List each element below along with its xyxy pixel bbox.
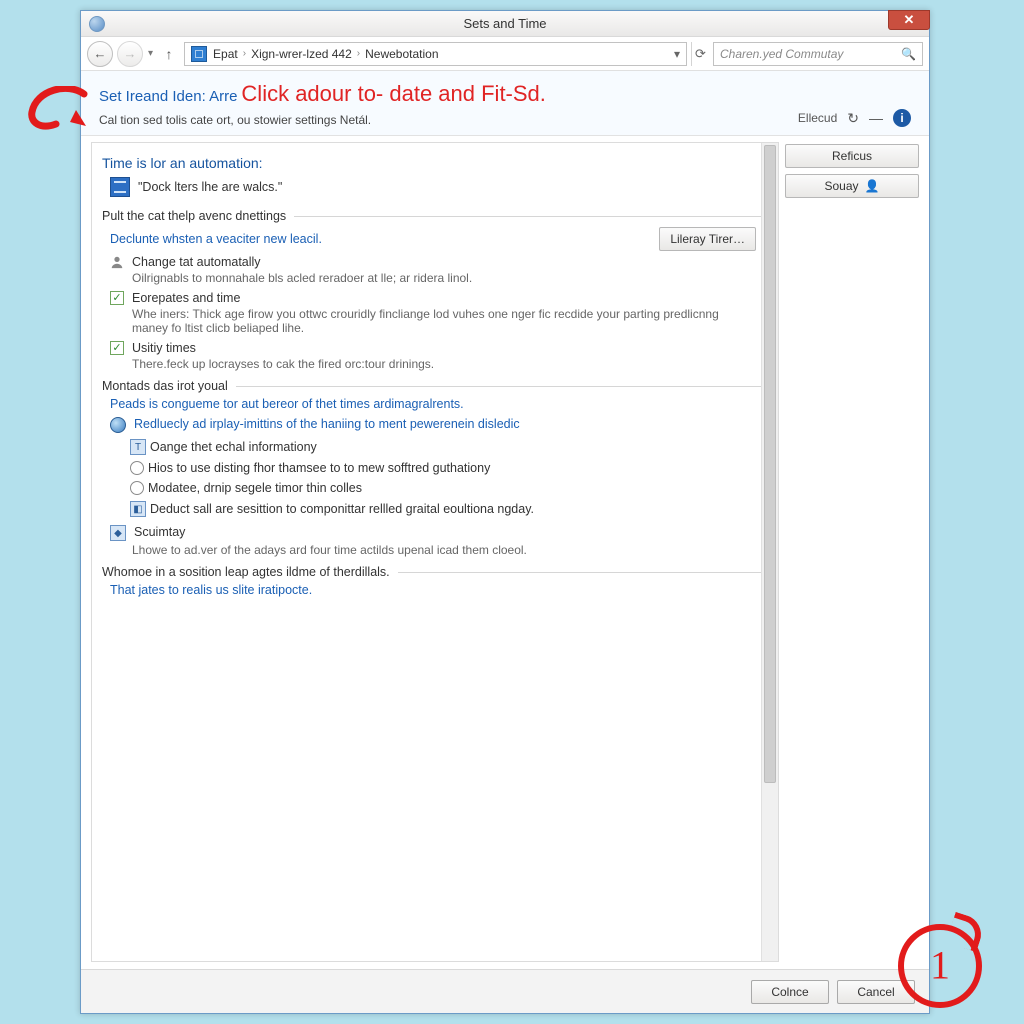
library-button[interactable]: Lileray Tirer… xyxy=(659,227,756,251)
setting-description: Oilrignabls to monnahale bls acled rerad… xyxy=(132,271,722,285)
scrollbar-thumb[interactable] xyxy=(764,145,776,783)
annotation-arrow xyxy=(18,86,88,142)
main-area: Time is lor an automation: "Dock lters l… xyxy=(81,136,929,962)
option-icon: ◧ xyxy=(130,501,146,517)
setting-description: Whe iners: Thick age firow you ottwc cro… xyxy=(132,307,722,335)
person-icon: 👤 xyxy=(865,179,880,193)
back-button[interactable]: ← xyxy=(87,41,113,67)
radio-button[interactable] xyxy=(130,481,144,495)
settings-pane: Time is lor an automation: "Dock lters l… xyxy=(91,142,779,962)
chevron-right-icon: › xyxy=(354,48,363,59)
side-panel: Reficus Souay 👤 xyxy=(779,136,929,962)
scrollbar[interactable] xyxy=(761,143,778,961)
search-icon: 🔍 xyxy=(901,47,916,61)
group-link[interactable]: That jates to realis us slite iratipocte… xyxy=(110,583,764,597)
search-input[interactable]: Charen.yed Commutay 🔍 xyxy=(713,42,923,66)
window-title: Sets and Time xyxy=(81,16,929,31)
group-link[interactable]: Declunte whsten a veaciter new leacil. xyxy=(110,232,322,246)
annotation-instruction-text: Click adour to- date and Fit-Sd. xyxy=(241,81,545,107)
globe-icon xyxy=(110,417,126,433)
chevron-right-icon: › xyxy=(240,48,249,59)
info-icon[interactable]: i xyxy=(893,109,911,127)
close-button[interactable]: ✕ xyxy=(888,10,930,30)
setting-label[interactable]: Change tat automatally xyxy=(132,255,261,269)
group-header: Montads das irot youal xyxy=(102,379,764,393)
setting-label[interactable]: Eorepates and time xyxy=(132,291,240,305)
group-link[interactable]: Peads is congueme tor aut bereor of thet… xyxy=(110,397,764,411)
radio-option[interactable]: Oange thet echal informationy xyxy=(150,440,317,454)
side-button-label: Reficus xyxy=(832,149,872,163)
group-title: Whomoe in a sosition leap agtes ildme of… xyxy=(102,565,390,579)
breadcrumb[interactable]: Epat › Xign-wrer-lzed 442 › Newebotation… xyxy=(184,42,687,66)
quote-text: "Dock lters lhe are walcs." xyxy=(138,180,282,194)
setting-label[interactable]: Usitiy times xyxy=(132,341,196,355)
page-header: Set Ireand Iden: Arre Click adour to- da… xyxy=(81,71,929,136)
section-heading: Time is lor an automation: xyxy=(102,155,764,171)
annotation-step-number: 1 xyxy=(930,942,950,989)
radio-group-label[interactable]: Redluecly ad irplay-imittins of the hani… xyxy=(134,417,520,431)
group-header: Pult the cat thelp avenc dnettings xyxy=(102,209,764,223)
page-title-link[interactable]: Set Ireand Iden: Arre xyxy=(99,88,237,105)
titlebar: Sets and Time ✕ xyxy=(81,11,929,37)
radio-button[interactable] xyxy=(130,461,144,475)
group-title: Pult the cat thelp avenc dnettings xyxy=(102,209,286,223)
breadcrumb-dropdown-icon[interactable]: ▾ xyxy=(674,47,680,61)
refresh-button[interactable]: ⟳ xyxy=(691,42,709,66)
setting-label[interactable]: Scuimtay xyxy=(134,525,185,539)
header-tool-label[interactable]: Ellecud xyxy=(798,111,837,125)
setting-description: There.feck up locrayses to cak the fired… xyxy=(132,357,722,371)
radio-option[interactable]: Deduct sall are sesittion to componittar… xyxy=(150,502,534,516)
group-title: Montads das irot youal xyxy=(102,379,228,393)
page-subtitle: Cal tion sed tolis cate ort, ou stowier … xyxy=(99,113,911,127)
breadcrumb-item[interactable]: Epat xyxy=(211,47,240,61)
sync-icon[interactable]: ↻ xyxy=(847,110,859,127)
forward-button[interactable]: → xyxy=(117,41,143,67)
option-icon: T xyxy=(130,439,146,455)
document-icon xyxy=(110,177,130,197)
location-icon xyxy=(191,46,207,62)
search-placeholder: Charen.yed Commutay xyxy=(720,47,843,61)
recent-dropdown-icon[interactable]: ▾ xyxy=(148,48,153,59)
window: Sets and Time ✕ ← → ▾ ↑ Epat › Xign-wrer… xyxy=(80,10,930,1014)
ok-button[interactable]: Colnce xyxy=(751,980,829,1004)
up-button[interactable]: ↑ xyxy=(158,43,180,65)
breadcrumb-item[interactable]: Newebotation xyxy=(363,47,440,61)
shield-icon: ◆ xyxy=(110,525,126,541)
side-button-label: Souay xyxy=(825,179,859,193)
side-button-refocus[interactable]: Reficus xyxy=(785,144,919,168)
radio-option[interactable]: Modatee, drnip segele timor thin colles xyxy=(148,481,362,495)
radio-option[interactable]: Hios to use disting fhor thamsee to to m… xyxy=(148,461,490,475)
setting-description: Lhowe to ad.ver of the adays ard four ti… xyxy=(132,543,722,557)
checkbox[interactable] xyxy=(110,291,124,305)
person-icon xyxy=(110,255,124,269)
group-header: Whomoe in a sosition leap agtes ildme of… xyxy=(102,565,764,579)
cancel-button[interactable]: Cancel xyxy=(837,980,915,1004)
breadcrumb-item[interactable]: Xign-wrer-lzed 442 xyxy=(249,47,354,61)
side-button-source[interactable]: Souay 👤 xyxy=(785,174,919,198)
minimize-icon[interactable]: — xyxy=(869,110,883,126)
checkbox[interactable] xyxy=(110,341,124,355)
dialog-footer: Colnce Cancel xyxy=(81,969,929,1013)
header-tools: Ellecud ↻ — i xyxy=(798,109,911,127)
navbar: ← → ▾ ↑ Epat › Xign-wrer-lzed 442 › Newe… xyxy=(81,37,929,71)
